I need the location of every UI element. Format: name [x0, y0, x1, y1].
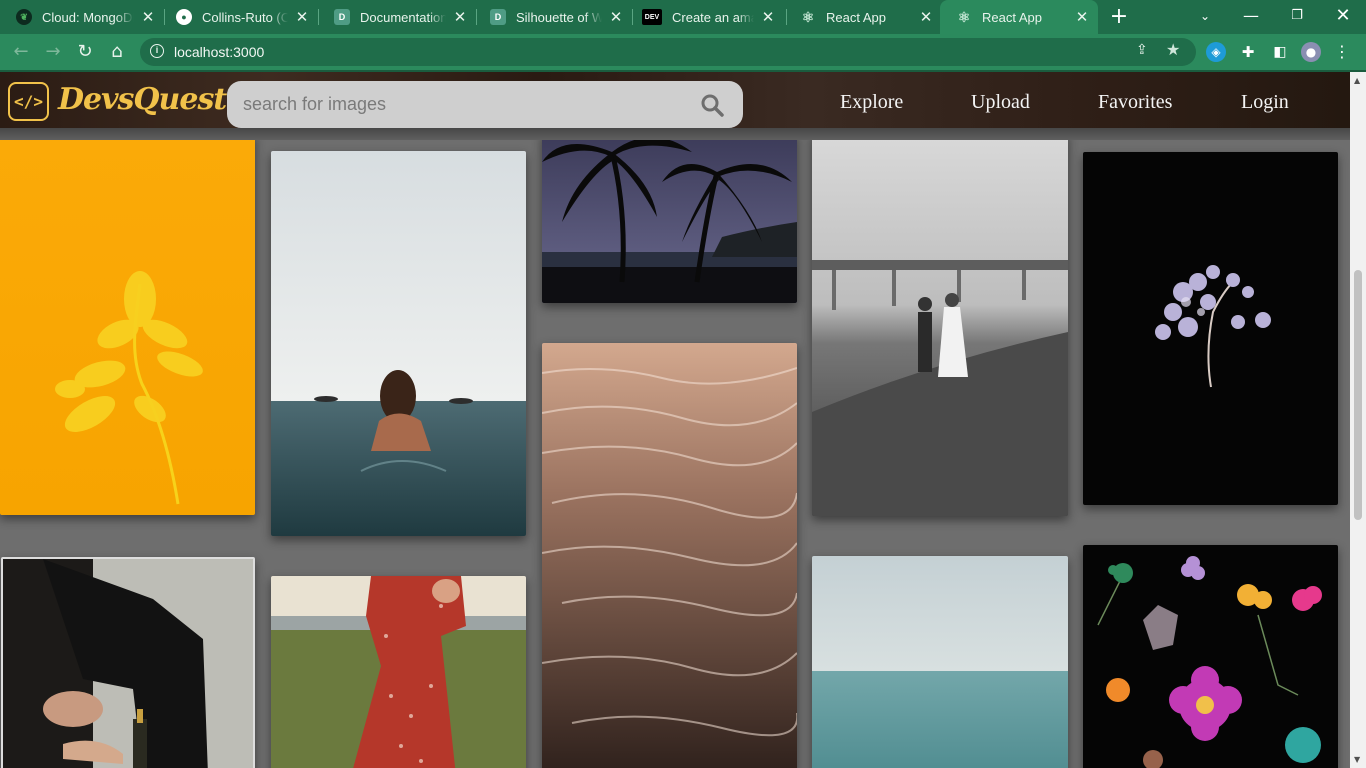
docs-icon: D	[334, 9, 350, 25]
brand-name[interactable]: DevsQuest	[58, 82, 227, 117]
gallery-image-red-dress[interactable]	[271, 576, 526, 768]
site-navbar: </> DevsQuest Explore Upload Favorites L…	[0, 72, 1350, 140]
share-icon[interactable]: ⇪	[1136, 42, 1148, 58]
close-tab-icon[interactable]: ✕	[1074, 8, 1090, 26]
tab-title: Documentation F	[360, 9, 446, 25]
forward-arrow-icon[interactable]: →	[42, 41, 64, 63]
tab-documentation[interactable]: D Documentation F ✕	[318, 0, 476, 34]
image-sea-horizon	[812, 556, 1068, 768]
page-scrollbar[interactable]: ▲ ▼	[1350, 72, 1366, 768]
scrollbar-thumb[interactable]	[1354, 270, 1362, 520]
close-tab-icon[interactable]: ✕	[608, 8, 624, 26]
close-tab-icon[interactable]: ✕	[760, 8, 776, 26]
browser-tab-strip: ❦ Cloud: MongoDB ✕ ● Collins-Ruto (Col ✕…	[0, 0, 1366, 34]
dev-icon: DEV	[642, 9, 662, 25]
close-tab-icon[interactable]: ✕	[140, 8, 156, 26]
tab-title: Silhouette of Wo	[516, 9, 602, 25]
tab-title: React App	[982, 9, 1042, 25]
gallery-image-couple-beach[interactable]	[812, 132, 1068, 516]
extensions-puzzle-icon[interactable]: ✚	[1238, 42, 1258, 62]
gallery-image-palm-trees[interactable]	[542, 132, 797, 303]
nav-favorites-link[interactable]: Favorites	[1098, 91, 1172, 114]
menu-kebab-icon[interactable]: ⋮	[1332, 42, 1352, 62]
nav-upload-link[interactable]: Upload	[971, 91, 1030, 114]
docs-icon: D	[490, 9, 506, 25]
scroll-up-arrow-icon[interactable]: ▲	[1354, 76, 1360, 85]
tab-dev[interactable]: DEV Create an amazin ✕	[626, 0, 784, 34]
image-water-reflection	[542, 343, 797, 768]
side-panel-icon[interactable]: ◧	[1270, 42, 1290, 62]
extension-icon[interactable]: ◈	[1206, 42, 1226, 62]
gallery-image-sandals[interactable]	[1, 557, 255, 768]
home-icon[interactable]: ⌂	[106, 41, 128, 63]
back-arrow-icon[interactable]: ←	[10, 41, 32, 63]
tab-github[interactable]: ● Collins-Ruto (Col ✕	[160, 0, 318, 34]
new-tab-button[interactable]: +	[1108, 6, 1130, 28]
reload-icon[interactable]: ↻	[74, 41, 96, 63]
address-bar[interactable]: i localhost:3000 ⇪ ★	[140, 38, 1196, 66]
tab-silhouette[interactable]: D Silhouette of Wo ✕	[474, 0, 632, 34]
tab-react-app-active[interactable]: ⚛ React App ✕	[940, 0, 1098, 34]
profile-avatar[interactable]: ●	[1301, 42, 1321, 62]
restore-button[interactable]: ❐	[1282, 4, 1312, 28]
image-red-dress	[271, 576, 526, 768]
image-couple-beach	[812, 132, 1068, 516]
react-icon: ⚛	[801, 8, 815, 25]
image-palm-trees	[542, 132, 797, 303]
tab-search-chevron-icon[interactable]: ⌄	[1190, 4, 1220, 28]
search-icon[interactable]	[700, 93, 724, 117]
image-sandals	[3, 559, 253, 768]
close-window-button[interactable]: ✕	[1328, 4, 1358, 28]
tab-react-app[interactable]: ⚛ React App ✕	[784, 0, 942, 34]
mongodb-leaf-icon: ❦	[16, 9, 32, 25]
close-tab-icon[interactable]: ✕	[294, 8, 310, 26]
search-bar	[227, 81, 743, 128]
nav-login-link[interactable]: Login	[1241, 91, 1289, 114]
gallery-image-swimmer[interactable]	[271, 151, 526, 536]
image-yellow-leaf	[0, 134, 255, 515]
github-icon: ●	[176, 9, 192, 25]
tab-title: Collins-Ruto (Col	[202, 9, 288, 25]
image-swimmer	[271, 151, 526, 536]
page-viewport: </> DevsQuest Explore Upload Favorites L…	[0, 72, 1350, 768]
close-tab-icon[interactable]: ✕	[452, 8, 468, 26]
tab-mongodb[interactable]: ❦ Cloud: MongoDB ✕	[0, 0, 164, 34]
react-icon: ⚛	[957, 8, 971, 25]
gallery-image-yellow-leaf[interactable]	[0, 134, 255, 515]
tab-title: React App	[826, 9, 886, 25]
scroll-down-arrow-icon[interactable]: ▼	[1354, 755, 1360, 764]
gallery-image-water-reflection[interactable]	[542, 343, 797, 768]
browser-toolbar: ← → ↻ ⌂ i localhost:3000 ⇪ ★ ◈ ✚ ◧ ● ⋮	[0, 34, 1366, 70]
tab-title: Cloud: MongoDB	[42, 9, 134, 25]
site-info-icon[interactable]: i	[150, 44, 164, 58]
close-tab-icon[interactable]: ✕	[918, 8, 934, 26]
code-bracket-logo-icon[interactable]: </>	[8, 82, 49, 121]
image-pressed-lilac	[1083, 152, 1338, 505]
search-input[interactable]	[243, 89, 683, 119]
gallery-image-pressed-lilac[interactable]	[1083, 152, 1338, 505]
gallery-image-pressed-flowers[interactable]	[1083, 545, 1338, 768]
bookmark-star-icon[interactable]: ★	[1166, 40, 1180, 59]
tab-title: Create an amazin	[672, 9, 754, 25]
url-text: localhost:3000	[174, 44, 265, 60]
gallery-image-sea-horizon[interactable]	[812, 556, 1068, 768]
nav-explore-link[interactable]: Explore	[840, 91, 903, 114]
minimize-button[interactable]: —	[1236, 4, 1266, 28]
image-pressed-flowers	[1083, 545, 1338, 768]
